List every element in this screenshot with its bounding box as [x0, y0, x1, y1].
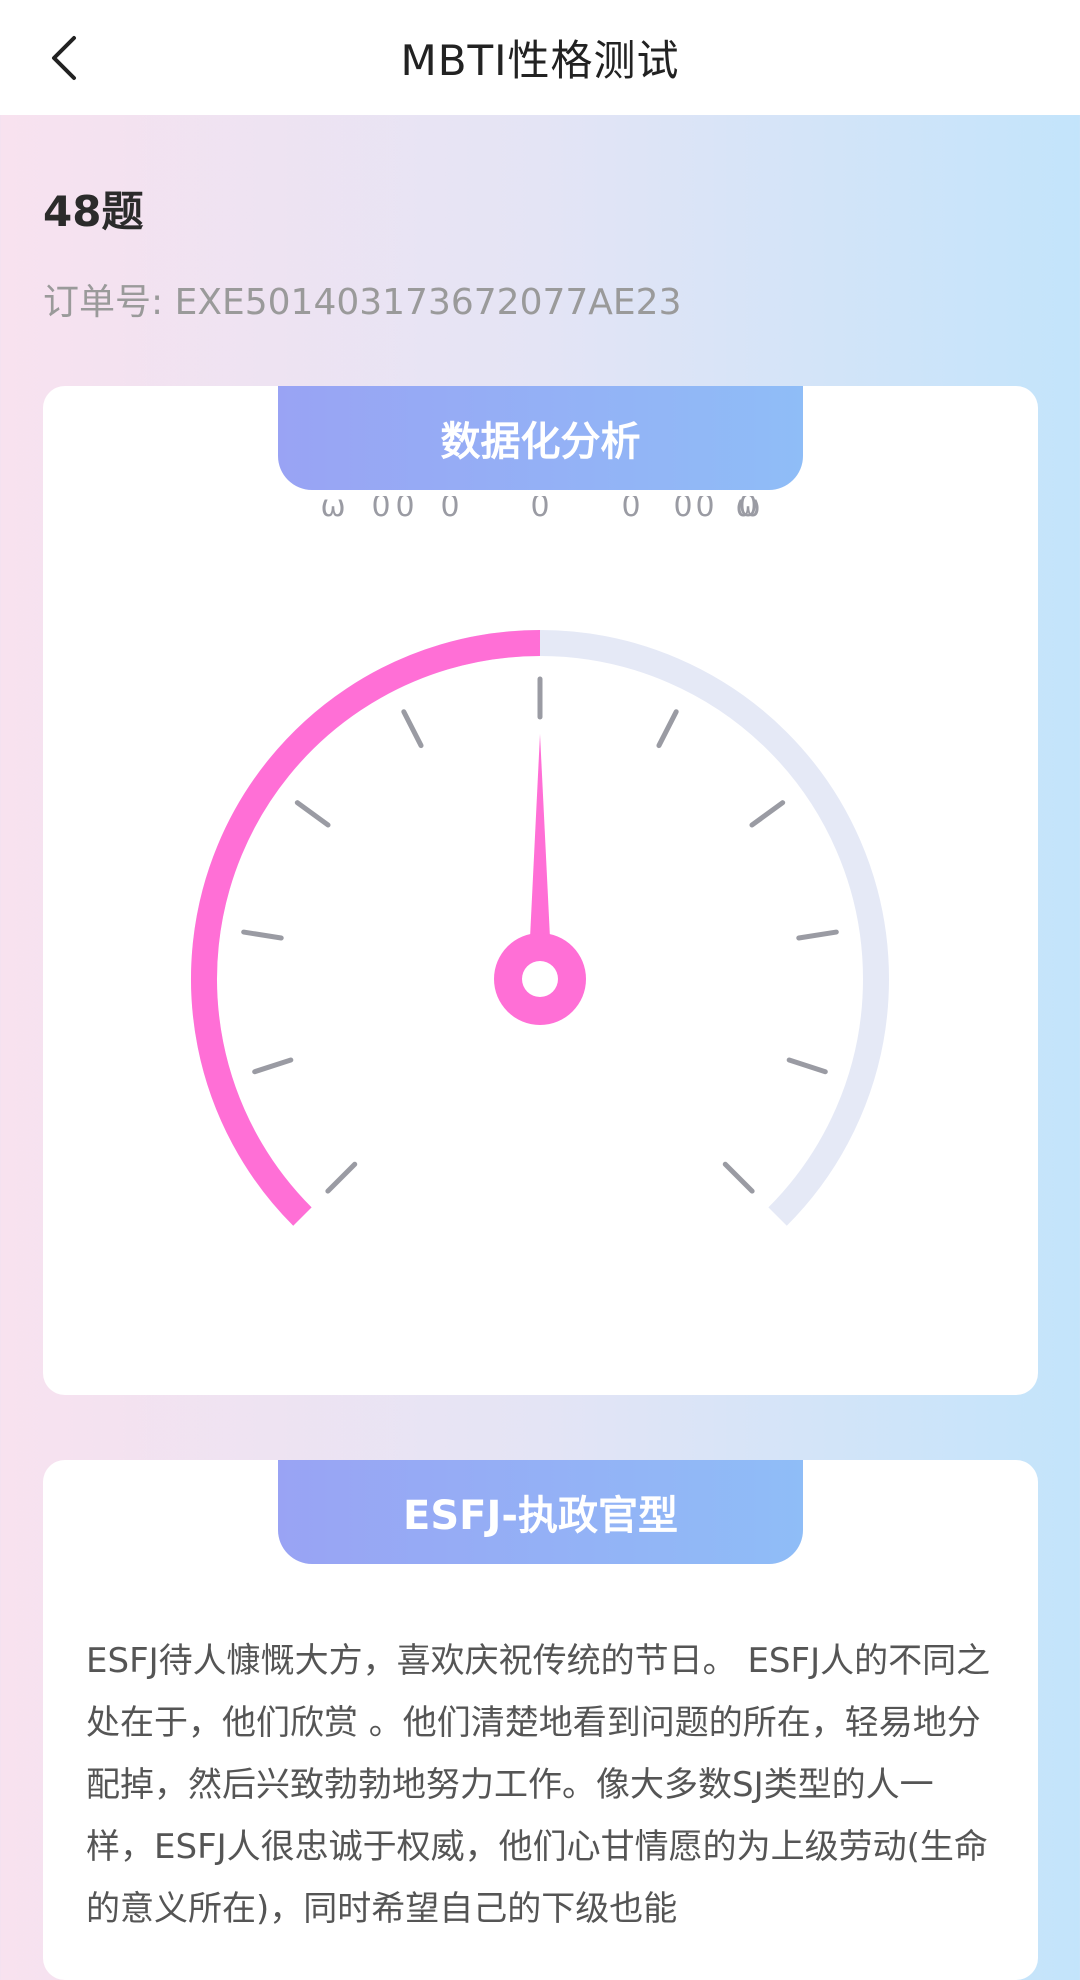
gauge-scale-label: ω: [735, 496, 760, 524]
gauge-tick: [241, 929, 284, 941]
type-description: ESFJ待人慷慨大方，喜欢庆祝传统的节日。 ESFJ人的不同之处在于，他们欣赏 …: [86, 1641, 991, 1929]
personality-type-tab: ESFJ-执政官型: [278, 1460, 803, 1564]
gauge-scale-label: 0: [371, 496, 390, 524]
gauge-tick: [796, 929, 839, 941]
gauge-scale-label: 0: [673, 496, 692, 524]
gauge-fill: [191, 630, 541, 1226]
data-analysis-tab: 数据化分析: [278, 386, 803, 490]
gauge-tick: [749, 800, 786, 828]
page-title: MBTI性格测试: [400, 36, 680, 85]
gauge-tick: [786, 1057, 828, 1075]
data-analysis-card: 数据化分析 ω00000000ω: [43, 386, 1038, 1395]
gauge-scale-label: 0: [530, 496, 549, 524]
order-number: 订单号: EXE501403173672077AE23: [43, 282, 682, 323]
gauge-tick: [252, 1057, 294, 1075]
gauge-tick: [722, 1161, 755, 1194]
question-count: 48题: [43, 187, 144, 236]
gauge-scale-label: 0: [695, 496, 714, 524]
gauge-scale-label: 0: [395, 496, 414, 524]
gauge-tick: [294, 800, 331, 828]
gauge-scale-label: ω: [320, 496, 345, 524]
personality-type-card: ESFJ-执政官型 ESFJ待人慷慨大方，喜欢庆祝传统的节日。 ESFJ人的不同…: [43, 1460, 1038, 1980]
gauge-hub-center: [522, 961, 558, 997]
gauge-tick: [325, 1161, 358, 1194]
gauge-tick: [401, 709, 424, 749]
gauge-scale-label: 0: [621, 496, 640, 524]
gauge-scale-label: 0: [440, 496, 459, 524]
top-bar: MBTI性格测试: [0, 0, 1080, 115]
gauge-chart: ω 0 0 0 0 0 0 0 0ω: [191, 496, 889, 1226]
gauge-tick: [656, 709, 679, 749]
